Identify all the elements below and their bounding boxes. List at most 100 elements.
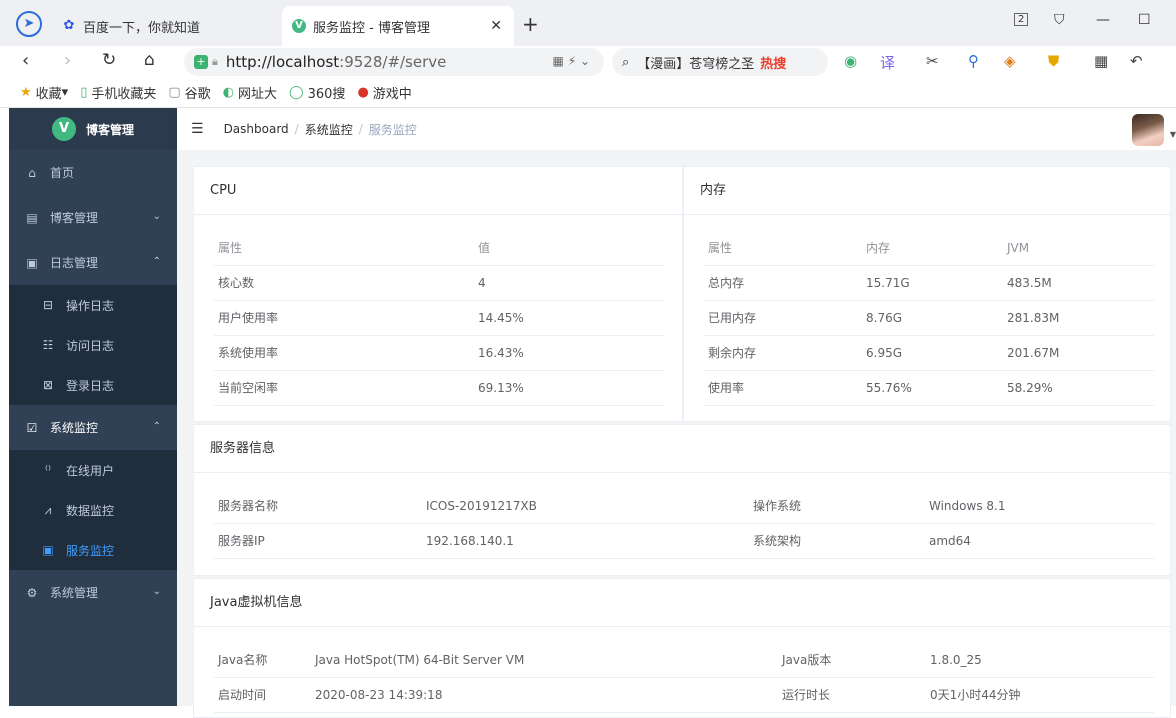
table-header-row: 属性 内存 JVM	[704, 231, 1154, 266]
breadcrumb-current: 服务监控	[368, 122, 417, 137]
breadcrumb-monitor[interactable]: 系统监控	[305, 121, 353, 138]
table-cell: 剩余内存	[708, 346, 757, 360]
sidebar-item-data-monitor[interactable]: ⩘ 数据监控	[9, 490, 177, 530]
sidebar-item-home[interactable]: ⌂ 首页	[9, 150, 177, 195]
data-monitor-icon: ⩘	[44, 502, 52, 517]
table-row: 服务器IP 192.168.140.1 系统架构 amd64	[214, 524, 1154, 559]
bookmark-item[interactable]: ◐ 网址大	[223, 83, 277, 102]
table-cell: 192.168.140.1	[426, 534, 514, 548]
card-title: CPU	[194, 167, 682, 215]
wechat-icon[interactable]: ◉	[844, 52, 857, 70]
table-cell: 已用内存	[708, 311, 757, 325]
table-row: 核心数 4	[214, 266, 664, 301]
sidebar-item-blog[interactable]: ▤ 博客管理 ⌄	[9, 195, 177, 240]
maximize-icon[interactable]: ☐	[1138, 12, 1151, 28]
tab-count-badge[interactable]: 2	[1014, 13, 1029, 26]
card-title: 内存	[684, 167, 1170, 215]
url-host: http://localhost	[225, 53, 340, 71]
sidebar-item-monitor[interactable]: ☑ 系统监控 ⌃	[9, 405, 177, 450]
sidebar-item-server-monitor[interactable]: ▣ 服务监控	[9, 530, 177, 570]
search-input[interactable]: ⌕ 【漫画】苍穹榜之圣 热搜	[612, 48, 828, 76]
gamepad-icon[interactable]: ◈	[1004, 52, 1016, 70]
home-browser-icon[interactable]: ⌂	[144, 50, 155, 70]
bookmark-item[interactable]: ★ 收藏 ▾	[20, 83, 68, 102]
memory-card: 内存 属性 内存 JVM 总内存 15.71G 483.5M 已用内存 8.76…	[683, 166, 1171, 422]
refresh-icon[interactable]: ↻	[102, 50, 116, 70]
back-icon[interactable]: ‹	[22, 50, 29, 71]
shield-coin-icon[interactable]: ⛊	[1048, 52, 1059, 70]
table-cell: 用户使用率	[218, 311, 279, 325]
chevron-down-icon: ⌄	[152, 586, 161, 597]
vue-logo-icon: V	[292, 19, 306, 33]
address-bar[interactable]: + 🔒︎ http://localhost :9528/#/serve ▦ ⚡ …	[184, 48, 604, 76]
address-tools-icon[interactable]: ▦ ⚡ ⌄	[553, 54, 590, 68]
secure-check-icon: +	[194, 55, 208, 69]
table-row: 已用内存 8.76G 281.83M	[704, 301, 1154, 336]
log-icon: ▣	[26, 255, 38, 270]
scissors-icon[interactable]: ✂	[926, 52, 939, 70]
browser-tab-bar: ➤ ✿ 百度一下，你就知道 V 服务监控 - 博客管理 ✕ + 2 ⛉ — ☐	[0, 0, 1176, 46]
table-row: 使用率 55.76% 58.29%	[704, 371, 1154, 406]
chevron-up-icon: ⌃	[152, 256, 161, 267]
table-cell: 核心数	[218, 276, 255, 290]
table-row: 用户使用率 14.45%	[214, 301, 664, 336]
breadcrumb-dashboard[interactable]: Dashboard	[224, 122, 289, 136]
monitor-icon: ☑	[26, 420, 38, 435]
table-cell: Java HotSpot(TM) 64-Bit Server VM	[315, 653, 525, 667]
table-cell: 14.45%	[478, 311, 524, 325]
translate-icon[interactable]: 译	[880, 52, 895, 73]
table-cell: 58.29%	[1007, 381, 1053, 395]
bookmark-item[interactable]: ● 游戏中	[357, 83, 411, 102]
table-header: 内存	[866, 241, 891, 255]
home-icon: ⌂	[28, 165, 36, 180]
app-logo[interactable]: V 博客管理	[9, 108, 177, 150]
browser-logo-icon[interactable]: ➤	[16, 11, 42, 37]
table-row: 启动时间 2020-08-23 14:39:18 运行时长 0天1小时44分钟	[214, 678, 1154, 713]
table-cell: 总内存	[708, 276, 745, 290]
hot-search-label: 热搜	[760, 56, 787, 72]
grid-icon[interactable]: ▦	[1094, 52, 1108, 70]
compass-icon: ◐	[222, 85, 235, 100]
magnifier-icon[interactable]: ⚲	[968, 52, 979, 70]
card-title: Java虚拟机信息	[194, 579, 1170, 627]
table-header-row: 属性 值	[214, 231, 664, 266]
table-header: 属性	[708, 241, 733, 255]
bookmark-item[interactable]: ▯ 手机收藏夹	[80, 83, 156, 102]
avatar[interactable]	[1132, 114, 1164, 146]
table-cell: 15.71G	[866, 276, 910, 290]
bookmark-item[interactable]: ▢ 谷歌	[168, 83, 210, 102]
bookmark-item[interactable]: ◯ 360搜	[289, 83, 345, 102]
table-cell: 系统使用率	[218, 346, 279, 360]
new-tab-button[interactable]: +	[522, 12, 539, 36]
table-cell: 当前空闲率	[218, 381, 279, 395]
hamburger-icon[interactable]: ☰	[191, 121, 204, 137]
minimize-icon[interactable]: —	[1096, 12, 1110, 28]
table-cell: 启动时间	[218, 688, 267, 702]
forward-icon[interactable]: ›	[64, 50, 71, 71]
sidebar-item-operation-log[interactable]: ⊟ 操作日志	[9, 285, 177, 325]
sidebar-item-login-log[interactable]: ⊠ 登录日志	[9, 365, 177, 405]
caret-down-icon[interactable]: ▼	[1170, 130, 1176, 139]
table-cell: 1.8.0_25	[930, 653, 982, 667]
vue-logo-icon: V	[51, 117, 76, 141]
browser-nav-bar: ‹ › ↻ ⌂ + 🔒︎ http://localhost :9528/#/se…	[0, 46, 1176, 78]
table-cell: 操作系统	[753, 499, 802, 513]
table-cell: 4	[478, 276, 486, 290]
sidebar-item-logs[interactable]: ▣ 日志管理 ⌃	[9, 240, 177, 285]
table-row: 剩余内存 6.95G 201.67M	[704, 336, 1154, 371]
login-log-icon: ⊠	[42, 378, 54, 392]
sidebar-item-system[interactable]: ⚙ 系统管理 ⌄	[9, 570, 177, 615]
close-icon[interactable]: ✕	[490, 18, 502, 34]
tab-server-monitor[interactable]: V 服务监控 - 博客管理 ✕	[282, 6, 514, 46]
sidebar-item-online-users[interactable]: ⁽⁾ 在线用户	[9, 450, 177, 490]
table-row: 当前空闲率 69.13%	[214, 371, 664, 406]
breadcrumb-separator: /	[294, 122, 299, 136]
sidebar: V 博客管理 ⌂ 首页 ▤ 博客管理 ⌄ ▣ 日志管理 ⌃ ⊟ 操作日志 ☷ 访…	[9, 108, 177, 706]
app-header: ☰ Dashboard / 系统监控 / 服务监控 ▼	[177, 108, 1176, 150]
table-header: JVM	[1007, 241, 1030, 255]
app-name: 博客管理	[85, 122, 134, 137]
tab-baidu[interactable]: ✿ 百度一下，你就知道	[52, 6, 280, 46]
sidebar-item-visit-log[interactable]: ☷ 访问日志	[9, 325, 177, 365]
tshirt-icon[interactable]: ⛉	[1054, 12, 1065, 28]
undo-icon[interactable]: ↶	[1130, 52, 1143, 70]
